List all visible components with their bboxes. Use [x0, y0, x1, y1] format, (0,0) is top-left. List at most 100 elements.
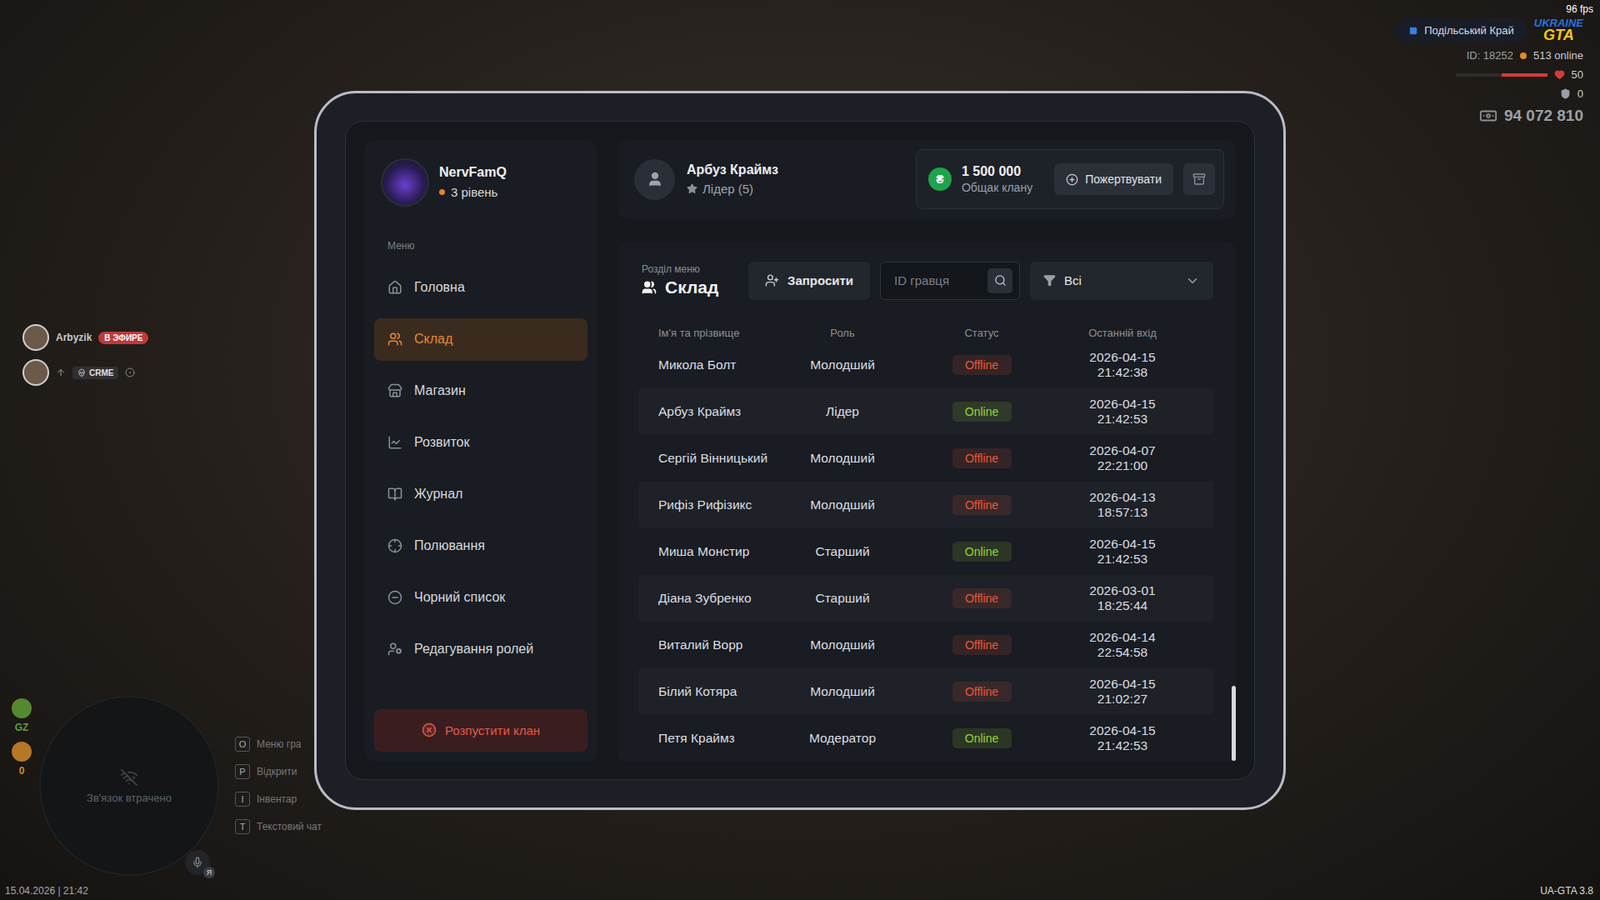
filter-select[interactable]: Всі [1030, 261, 1214, 300]
money-value: 94 072 810 [1504, 106, 1584, 125]
clan-avatar [380, 158, 430, 207]
status-cell: Online [888, 728, 1075, 749]
role-cell: Молодший [796, 684, 889, 700]
table-row[interactable]: Діана ЗубренкоСтаршийOffline2026-03-01 1… [638, 575, 1214, 622]
table-row[interactable]: Сергій ВінницькийМолодшийOffline2026-04-… [638, 435, 1214, 482]
voice-badge: Я [203, 866, 215, 879]
player-avatar [22, 359, 50, 386]
main-panel: Арбуз КраймзЛідер (5)₴1 500 000Общак кла… [617, 140, 1236, 762]
plus-circle-icon [1065, 173, 1079, 186]
sidebar-menu: Головна Склад Магазин Розвиток Журнал Полюван… [374, 266, 588, 671]
bank-label: Общак клану [961, 180, 1033, 195]
game-screen: 96 fpsПодільський КрайUKRAINEGTAID: 1825… [0, 0, 1600, 900]
table-row[interactable]: Арбуз КраймзЛідерOnline2026-04-15 21:42:… [638, 388, 1214, 435]
sidebar-item[interactable]: Головна [374, 266, 588, 310]
sidebar-item[interactable]: Журнал [374, 473, 588, 516]
member-name-cell: Рифіз Рифізикс [638, 497, 775, 512]
sidebar-item[interactable]: Полювання [374, 525, 588, 568]
sidebar-item[interactable]: Склад [374, 318, 588, 361]
health-fill [1501, 73, 1548, 77]
member-name-cell: Петя Краймз [638, 730, 775, 745]
column-header: Статус [888, 326, 1075, 340]
player-name: Arbyzik [55, 331, 92, 344]
fps-counter: 96 fps [1565, 3, 1594, 15]
last-seen-cell: 2026-04-15 21:02:27 [1075, 676, 1214, 707]
member-name-cell: Діана Зубренко [638, 590, 775, 605]
role-cell: Модератор [796, 730, 889, 746]
role-cell: Лідер [796, 404, 889, 420]
scrollbar-thumb[interactable] [1231, 685, 1236, 762]
menu-heading: Меню [374, 240, 588, 252]
status-badge: Online [952, 728, 1012, 749]
bank-history-button[interactable] [1183, 163, 1215, 195]
section-toolbar: Розділ меню Склад Запросити Всі [638, 261, 1214, 300]
player-avatar [22, 324, 50, 351]
donate-button[interactable]: Пожертвувати [1054, 163, 1174, 195]
indicator-dot [11, 698, 32, 719]
sidebar-item[interactable]: Магазин [374, 370, 588, 413]
search-input[interactable] [892, 272, 983, 289]
sidebar-item[interactable]: Чорний список [374, 576, 588, 620]
column-header: Роль [796, 326, 889, 340]
header-card: Арбуз КраймзЛідер (5)₴1 500 000Общак кла… [617, 140, 1236, 220]
status-badge: Offline [952, 588, 1012, 609]
users-icon [387, 331, 403, 347]
mic-icon [191, 856, 204, 869]
clan-level-text: 3 рівень [450, 185, 498, 200]
sidebar-item[interactable]: Розвиток [374, 421, 588, 465]
member-name-cell: Виталий Ворр [638, 637, 775, 652]
indicator-label: 0 [19, 765, 25, 777]
armor-value: 0 [1577, 87, 1584, 100]
table-row[interactable]: Виталий ВоррМолодшийOffline2026-04-14 22… [638, 621, 1214, 669]
status-cell: Offline [888, 635, 1075, 655]
heart-icon [1554, 69, 1565, 80]
invite-button[interactable]: Запросити [748, 261, 870, 300]
section-title-block: Розділ меню Склад [638, 263, 739, 298]
player-row: ArbyzikВ ЭФИРЕ [22, 324, 149, 351]
member-avatar [634, 159, 675, 200]
table-row[interactable]: Рифіз РифізиксМолодшийOffline2026-04-13 … [638, 481, 1214, 529]
date-time: 15.04.2026 | 21:42 [5, 885, 89, 897]
status-cell: Online [888, 541, 1075, 562]
sidebar-item-label: Склад [414, 331, 453, 347]
star-icon [686, 183, 698, 195]
sidebar-item[interactable]: Редагування ролей [374, 628, 588, 671]
online-dot [1520, 52, 1527, 60]
table-row[interactable]: Петя КраймзМодераторOnline2026-04-15 21:… [638, 715, 1214, 762]
clan-tag: CRME [72, 366, 119, 380]
minus-circle-icon [387, 590, 403, 605]
dissolve-button[interactable]: Розпустити клан [374, 709, 588, 752]
status-cell: Offline [888, 681, 1075, 702]
store-icon [387, 383, 403, 399]
section-title: Склад [641, 277, 739, 298]
column-header: Ім'я та прізвище [638, 326, 797, 340]
filter-value: Всі [1064, 273, 1082, 288]
last-seen-cell: 2026-03-01 18:25:44 [1075, 583, 1214, 614]
last-seen-cell: 2026-04-13 18:57:13 [1075, 490, 1214, 520]
money-row: 94 072 810 [1479, 106, 1584, 125]
sidebar-item-label: Розвиток [414, 435, 470, 450]
status-badge: Offline [952, 495, 1012, 515]
section-caption: Розділ меню [641, 263, 739, 275]
user-cog-icon [387, 641, 403, 657]
table-row[interactable]: Миша МонстирСтаршийOnline2026-04-15 21:4… [638, 528, 1214, 575]
hint-key: T [235, 819, 250, 835]
table-row[interactable]: Білий КотяраМолодшийOffline2026-04-15 21… [638, 668, 1214, 715]
member-name-cell: Сергій Вінницький [638, 450, 775, 465]
last-seen-cell: 2026-04-15 21:42:38 [1075, 350, 1214, 380]
sidebar-item-label: Чорний список [414, 590, 505, 605]
archive-icon [1192, 172, 1206, 186]
last-seen-cell: 2026-04-15 21:42:53 [1075, 536, 1214, 567]
level-dot [439, 189, 445, 195]
sidebar: NervFamQ3 рівеньМенюГоловнаСкладМагазинР… [364, 140, 598, 762]
users-icon [641, 280, 657, 295]
indicator-dot [11, 741, 32, 762]
search-button[interactable] [987, 268, 1013, 294]
member-role: Лідер (5) [686, 181, 779, 196]
currency-badge: ₴ [928, 167, 952, 191]
voice-button[interactable]: Я [185, 850, 210, 875]
player-id: ID: 18252 [1466, 49, 1514, 62]
role-cell: Старший [796, 544, 889, 560]
user-icon [646, 170, 664, 188]
table-row[interactable]: Микола БолтМолодшийOffline2026-04-15 21:… [638, 341, 1214, 389]
